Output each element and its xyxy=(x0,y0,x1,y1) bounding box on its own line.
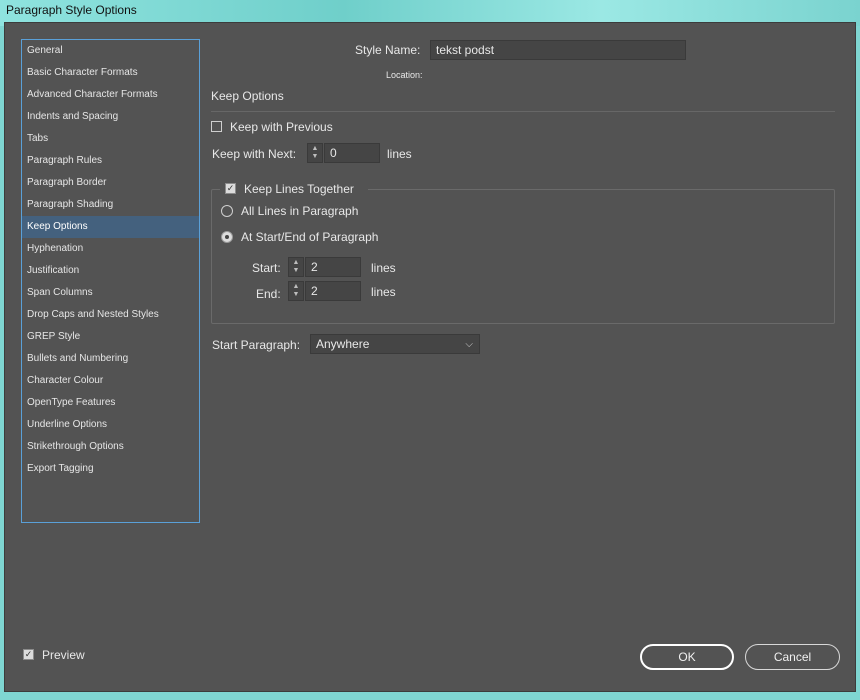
paragraph-style-options-dialog: Paragraph Style Options General Basic Cha… xyxy=(0,0,860,700)
keep-lines-together-checkbox[interactable]: ✓ xyxy=(225,183,236,194)
keep-with-previous-label: Keep with Previous xyxy=(230,120,333,134)
sidebar-item-paragraph-border[interactable]: Paragraph Border xyxy=(22,172,199,194)
sidebar-item-bullets-and-numbering[interactable]: Bullets and Numbering xyxy=(22,348,199,370)
sidebar-item-keep-options[interactable]: Keep Options xyxy=(22,216,199,238)
sidebar-category-list: General Basic Character Formats Advanced C… xyxy=(21,39,200,523)
at-start-end-label: At Start/End of Paragraph xyxy=(241,230,379,244)
start-unit: lines xyxy=(371,261,396,275)
ok-button[interactable]: OK xyxy=(640,644,734,670)
start-stepper[interactable]: ▲ ▼ xyxy=(288,257,304,277)
sidebar-item-export-tagging[interactable]: Export Tagging xyxy=(22,458,199,480)
all-lines-radio[interactable] xyxy=(221,205,233,217)
location-label: Location: xyxy=(386,70,423,80)
spin-down-icon[interactable]: ▼ xyxy=(289,291,303,299)
sidebar-item-hyphenation[interactable]: Hyphenation xyxy=(22,238,199,260)
sidebar-item-basic-character-formats[interactable]: Basic Character Formats xyxy=(22,62,199,84)
start-label: Start: xyxy=(252,261,281,275)
sidebar-item-advanced-character-formats[interactable]: Advanced Character Formats xyxy=(22,84,199,106)
preview-label: Preview xyxy=(42,648,85,662)
at-start-end-radio[interactable] xyxy=(221,231,233,243)
spin-down-icon[interactable]: ▼ xyxy=(308,153,322,161)
section-title: Keep Options xyxy=(211,89,284,103)
end-stepper[interactable]: ▲ ▼ xyxy=(288,281,304,301)
keep-with-previous-checkbox[interactable] xyxy=(211,121,222,132)
sidebar-item-grep-style[interactable]: GREP Style xyxy=(22,326,199,348)
spin-up-icon[interactable]: ▲ xyxy=(308,145,322,153)
keep-with-next-stepper[interactable]: ▲ ▼ xyxy=(307,143,323,163)
dialog-body: General Basic Character Formats Advanced C… xyxy=(4,22,856,692)
start-paragraph-value: Anywhere xyxy=(316,337,370,351)
sidebar-item-general[interactable]: General xyxy=(22,40,199,62)
spin-down-icon[interactable]: ▼ xyxy=(289,267,303,275)
spin-up-icon[interactable]: ▲ xyxy=(289,283,303,291)
keep-with-next-label: Keep with Next: xyxy=(212,147,297,161)
sidebar-item-paragraph-shading[interactable]: Paragraph Shading xyxy=(22,194,199,216)
chevron-down-icon: ⌵ xyxy=(465,339,473,350)
end-unit: lines xyxy=(371,285,396,299)
start-paragraph-label: Start Paragraph: xyxy=(212,338,301,352)
sidebar-item-underline-options[interactable]: Underline Options xyxy=(22,414,199,436)
sidebar-item-drop-caps-and-nested-styles[interactable]: Drop Caps and Nested Styles xyxy=(22,304,199,326)
sidebar-item-strikethrough-options[interactable]: Strikethrough Options xyxy=(22,436,199,458)
check-icon: ✓ xyxy=(24,649,33,659)
sidebar-item-paragraph-rules[interactable]: Paragraph Rules xyxy=(22,150,199,172)
sidebar-item-character-colour[interactable]: Character Colour xyxy=(22,370,199,392)
section-divider xyxy=(211,111,835,112)
end-input[interactable]: 2 xyxy=(305,281,361,301)
sidebar-item-span-columns[interactable]: Span Columns xyxy=(22,282,199,304)
sidebar-item-tabs[interactable]: Tabs xyxy=(22,128,199,150)
dialog-title: Paragraph Style Options xyxy=(6,3,137,17)
keep-with-next-unit: lines xyxy=(387,147,412,161)
check-icon: ✓ xyxy=(226,183,235,193)
all-lines-label: All Lines in Paragraph xyxy=(241,204,359,218)
end-label: End: xyxy=(256,287,281,301)
style-name-input[interactable]: tekst podst xyxy=(430,40,686,60)
preview-checkbox[interactable]: ✓ xyxy=(23,649,34,660)
keep-lines-together-label: Keep Lines Together xyxy=(244,182,354,196)
start-paragraph-dropdown[interactable]: Anywhere ⌵ xyxy=(310,334,480,354)
sidebar-item-opentype-features[interactable]: OpenType Features xyxy=(22,392,199,414)
sidebar-item-justification[interactable]: Justification xyxy=(22,260,199,282)
spin-up-icon[interactable]: ▲ xyxy=(289,259,303,267)
cancel-button[interactable]: Cancel xyxy=(745,644,840,670)
keep-with-next-input[interactable]: 0 xyxy=(324,143,380,163)
start-input[interactable]: 2 xyxy=(305,257,361,277)
sidebar-item-indents-and-spacing[interactable]: Indents and Spacing xyxy=(22,106,199,128)
style-name-label: Style Name: xyxy=(355,43,421,57)
